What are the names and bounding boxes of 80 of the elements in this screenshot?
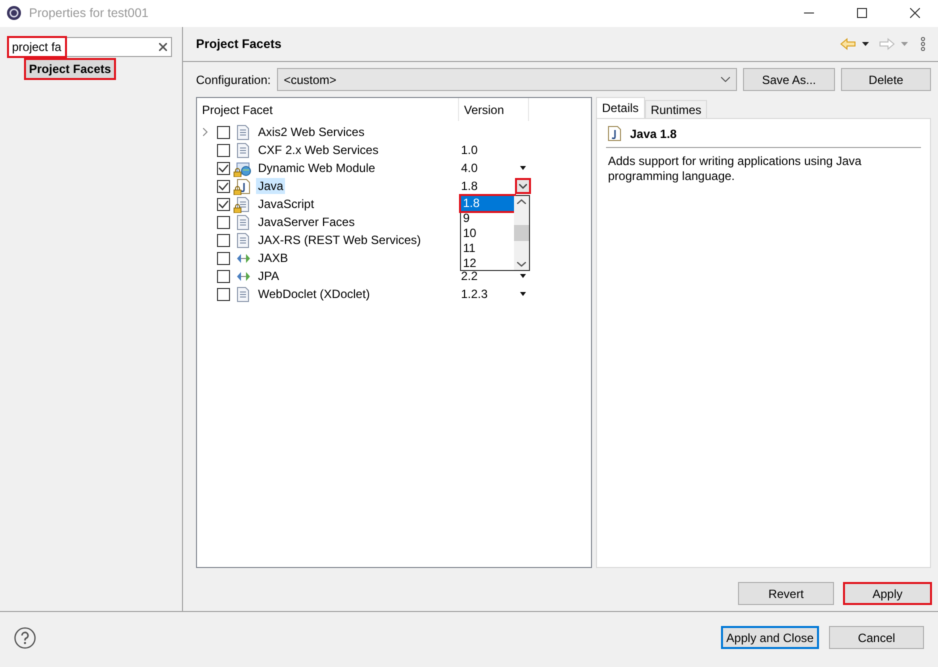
document-icon [237,124,249,140]
expand-icon[interactable] [203,128,208,136]
configuration-label: Configuration: [196,72,271,86]
minimize-icon[interactable] [804,12,814,14]
version-value: 1.2.3 [461,287,488,301]
checkbox[interactable] [217,252,230,264]
version-option[interactable]: 9 [461,211,514,226]
apply-button[interactable]: Apply [843,582,932,605]
scroll-down-icon[interactable] [517,262,526,267]
dropdown-arrow-icon[interactable] [520,166,526,170]
checkbox[interactable] [217,198,230,210]
chevron-down-icon [721,77,730,82]
document-icon [237,142,249,158]
version-option[interactable]: 1.8 [461,196,514,211]
document-icon [237,214,249,230]
checkbox[interactable] [217,162,230,174]
checkbox[interactable] [217,270,230,282]
version-option[interactable]: 11 [461,241,514,256]
facet-heading: Java 1.8 [630,126,677,140]
scroll-thumb[interactable] [514,225,529,241]
java-file-icon [608,126,621,141]
dropdown-arrow-icon[interactable] [520,292,526,296]
lock-icon [233,168,242,176]
facet-name[interactable]: Java [256,178,286,194]
app-icon [6,5,22,21]
lock-icon [233,186,242,194]
clear-icon[interactable] [159,43,167,51]
lock-icon [233,204,242,212]
checkbox[interactable] [217,126,230,138]
facet-name[interactable]: JAX-RS (REST Web Services) [256,232,423,248]
document-icon [237,286,249,302]
version-value: 1.8 [461,179,478,193]
facet-name[interactable]: JavaServer Faces [256,214,357,230]
version-value: 4.0 [461,161,478,175]
configuration-dropdown[interactable]: <custom> [276,68,737,91]
checkbox[interactable] [217,216,230,228]
facet-name[interactable]: Dynamic Web Module [256,160,378,176]
filter-field[interactable]: project fa [8,37,172,57]
dropdown-arrow-icon[interactable] [520,274,526,278]
double-arrow-icon [236,270,250,282]
revert-button[interactable]: Revert [738,582,834,605]
tab[interactable]: Details [596,97,645,118]
version-value: 2.2 [461,269,478,283]
version-value: 1.0 [461,143,478,157]
config-button[interactable]: Save As... [743,68,835,91]
facet-name[interactable]: JAXB [256,250,290,266]
document-icon [237,232,249,248]
page-title: Project Facets [196,37,282,51]
checkbox[interactable] [217,144,230,156]
apply-and-close-button[interactable]: Apply and Close [721,626,819,649]
facet-name[interactable]: CXF 2.x Web Services [256,142,380,158]
window-title: Properties for test001 [29,6,149,20]
globe-icon [236,160,250,176]
checkbox[interactable] [217,288,230,300]
scrollbar[interactable] [514,196,529,270]
checkbox[interactable] [217,234,230,246]
facet-name[interactable]: Axis2 Web Services [256,124,366,140]
version-option[interactable]: 10 [461,226,514,241]
column-header[interactable]: Version [459,98,529,121]
maximize-icon[interactable] [857,8,867,18]
close-icon[interactable] [910,8,920,18]
column-header[interactable]: Project Facet [197,98,459,121]
checkbox[interactable] [217,180,230,192]
cancel-button[interactable]: Cancel [829,626,924,649]
document-icon [237,196,249,212]
facet-name[interactable]: JavaScript [256,196,316,212]
scroll-up-icon[interactable] [517,199,526,204]
help-icon[interactable] [14,626,36,648]
dropdown-arrow-icon[interactable] [862,42,869,46]
tree-item[interactable]: Project Facets [26,60,114,78]
facet-name[interactable]: JPA [256,268,282,284]
chevron-down-icon [519,184,527,188]
facet-description: Adds support for writing applications using Java programming language. [607,154,862,184]
more-icon[interactable] [920,37,926,51]
double-arrow-icon [236,252,250,264]
version-dropdown-button[interactable] [515,178,531,194]
version-option[interactable]: 12 [461,256,514,271]
tab[interactable]: Runtimes [644,100,708,118]
facet-name[interactable]: WebDoclet (XDoclet) [256,286,372,302]
config-button[interactable]: Delete [841,68,931,91]
